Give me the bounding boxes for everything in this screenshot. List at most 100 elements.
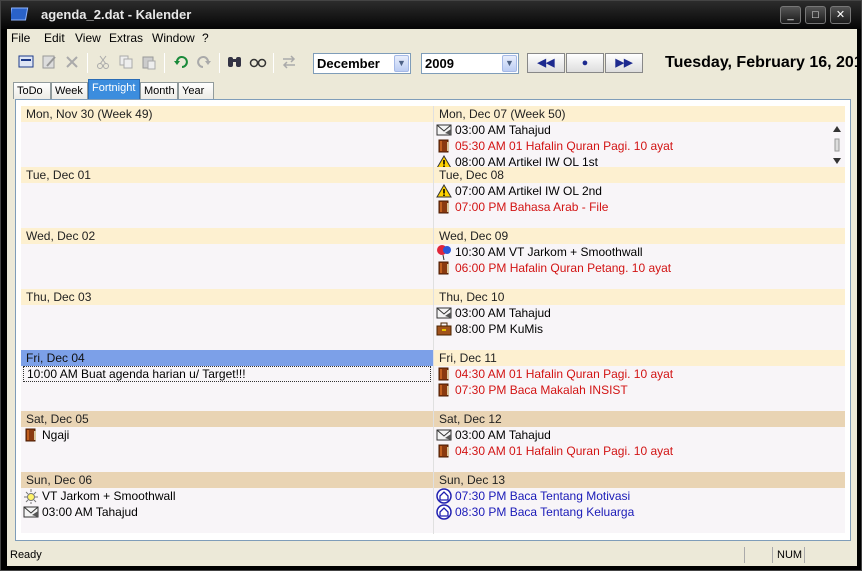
toolbar-separator [219,53,220,73]
day-header[interactable]: Thu, Dec 03 [21,289,433,305]
day-cell[interactable]: Mon, Dec 07 (Week 50) 03:00 AM Tahajud 05:… [434,106,845,167]
appointment-entry[interactable]: Ngaji [21,427,433,443]
appointment-entry[interactable]: 08:00 AM Artikel IW OL 1st [434,154,845,167]
day-cell[interactable]: Fri, Dec 04 10:00 AM Buat agenda harian u… [21,350,433,411]
window-title: agenda_2.dat - Kalender [41,7,192,22]
day-header[interactable]: Sat, Dec 05 [21,411,433,427]
copy-icon[interactable] [117,53,135,71]
undo-icon[interactable] [172,53,190,71]
appointment-text: 07:30 PM Baca Makalah INSIST [455,383,628,397]
title-bar[interactable]: agenda_2.dat - Kalender _ □ ✕ [1,1,861,29]
tab-month[interactable]: Month [140,82,178,99]
appointment-entry[interactable]: 03:00 AM Tahajud [434,427,845,443]
tab-year[interactable]: Year [178,82,214,99]
day-cell[interactable]: Sun, Dec 06 VT Jarkom + Smoothwall 03:00 A… [21,472,433,533]
book-icon [436,261,452,275]
properties-icon[interactable] [17,53,35,71]
day-header[interactable]: Fri, Dec 04 [21,350,433,366]
tab-fortnight[interactable]: Fortnight [88,79,140,99]
day-header[interactable]: Mon, Dec 07 (Week 50) [434,106,845,122]
day-cell[interactable]: Wed, Dec 02 [21,228,433,289]
appointment-entry[interactable]: 08:00 PM KuMis [434,321,845,337]
appointment-text: VT Jarkom + Smoothwall [42,489,176,503]
appointment-entry[interactable]: 04:30 AM 01 Hafalin Quran Pagi. 10 ayat [434,366,845,382]
appointment-text: 05:30 AM 01 Hafalin Quran Pagi. 10 ayat [455,139,674,153]
tab-week[interactable]: Week [51,82,88,99]
appointment-entry[interactable]: 10:00 AM Buat agenda harian u/ Target!!! [23,366,431,382]
today-button[interactable]: ● [566,53,604,73]
menu-extras[interactable]: Extras [109,31,143,45]
edit-icon[interactable] [40,53,58,71]
swap-icon[interactable] [280,53,298,71]
appointment-text: 03:00 AM Tahajud [455,428,551,442]
appointment-entry[interactable]: VT Jarkom + Smoothwall [21,488,433,504]
menu-edit[interactable]: Edit [44,31,65,45]
day-header[interactable]: Fri, Dec 11 [434,350,845,366]
maximize-button[interactable]: □ [805,6,826,24]
appointment-entry[interactable]: 07:30 PM Baca Tentang Motivasi [434,488,845,504]
status-bar: Ready NUM [7,546,857,565]
menu-window[interactable]: Window [152,31,195,45]
appointment-entry[interactable]: 07:00 PM Bahasa Arab - File [434,199,845,215]
minimize-button[interactable]: _ [780,6,801,24]
day-cell[interactable]: Mon, Nov 30 (Week 49) [21,106,433,167]
redo-icon[interactable] [195,53,213,71]
day-header[interactable]: Sun, Dec 13 [434,472,845,488]
appointment-text: 03:00 AM Tahajud [455,123,551,137]
appointment-entry[interactable]: 05:30 AM 01 Hafalin Quran Pagi. 10 ayat [434,138,845,154]
client-area: File Edit View Extras Window ? December … [7,29,857,566]
day-cell[interactable]: Thu, Dec 03 [21,289,433,350]
appointment-entry[interactable]: 03:00 AM Tahajud [21,504,433,520]
close-button[interactable]: ✕ [830,6,851,24]
appointment-entry[interactable]: 10:30 AM VT Jarkom + Smoothwall [434,244,845,260]
book-icon [436,200,452,214]
appointment-entry[interactable]: 08:30 PM Baca Tentang Keluarga [434,504,845,520]
appointment-text: 08:30 PM Baca Tentang Keluarga [455,505,635,519]
paste-icon[interactable] [140,53,158,71]
day-header[interactable]: Sun, Dec 06 [21,472,433,488]
appointment-entry[interactable]: 07:00 AM Artikel IW OL 2nd [434,183,845,199]
day-cell[interactable]: Thu, Dec 10 03:00 AM Tahajud 08:00 PM KuMi… [434,289,845,350]
appointment-entry[interactable]: 03:00 AM Tahajud [434,122,845,138]
day-header[interactable]: Tue, Dec 01 [21,167,433,183]
home-icon [436,504,452,520]
day-header[interactable]: Sat, Dec 12 [434,411,845,427]
tab-todo[interactable]: ToDo [13,82,51,99]
appointment-entry[interactable]: 06:00 PM Hafalin Quran Petang. 10 ayat [434,260,845,276]
day-cell[interactable]: Fri, Dec 11 04:30 AM 01 Hafalin Quran Pag… [434,350,845,411]
appointment-entry[interactable]: 03:00 AM Tahajud [434,305,845,321]
day-cell[interactable]: Tue, Dec 01 [21,167,433,228]
menu-help[interactable]: ? [202,31,209,45]
day-header[interactable]: Wed, Dec 09 [434,228,845,244]
mail-icon [436,306,452,320]
delete-icon[interactable] [63,53,81,71]
menu-view[interactable]: View [75,31,101,45]
day-cell[interactable]: Sun, Dec 13 07:30 PM Baca Tentang Motivas… [434,472,845,533]
day-header[interactable]: Mon, Nov 30 (Week 49) [21,106,433,122]
day-header[interactable]: Tue, Dec 08 [434,167,845,183]
day-cell[interactable]: Tue, Dec 08 07:00 AM Artikel IW OL 2nd 07:… [434,167,845,228]
appointment-text: 07:30 PM Baca Tentang Motivasi [455,489,631,503]
find-icon[interactable] [226,53,244,71]
day-header[interactable]: Thu, Dec 10 [434,289,845,305]
appointment-text: 07:00 PM Bahasa Arab - File [455,200,609,214]
cell-scrollbar[interactable] [831,124,843,166]
fortnight-view: Mon, Nov 30 (Week 49) Tue, Dec 01 Wed, Dec… [15,99,851,541]
year-select[interactable]: 2009 ▼ [421,53,519,74]
menu-file[interactable]: File [11,31,30,45]
day-cell[interactable]: Sat, Dec 05 Ngaji [21,411,433,472]
appointment-text: 10:00 AM Buat agenda harian u/ Target!!! [27,367,246,381]
briefcase-icon [436,322,452,336]
find-next-icon[interactable] [249,53,267,71]
day-cell[interactable]: Sat, Dec 12 03:00 AM Tahajud 04:30 AM 01 H… [434,411,845,472]
chevron-down-icon[interactable]: ▼ [502,55,517,72]
day-header[interactable]: Wed, Dec 02 [21,228,433,244]
month-select[interactable]: December ▼ [313,53,411,74]
appointment-entry[interactable]: 07:30 PM Baca Makalah INSIST [434,382,845,398]
next-button[interactable]: ▶▶ [605,53,643,73]
previous-button[interactable]: ◀◀ [527,53,565,73]
chevron-down-icon[interactable]: ▼ [394,55,409,72]
appointment-entry[interactable]: 04:30 AM 01 Hafalin Quran Pagi. 10 ayat [434,443,845,459]
cut-icon[interactable] [94,53,112,71]
day-cell[interactable]: Wed, Dec 09 10:30 AM VT Jarkom + Smoothwa… [434,228,845,289]
